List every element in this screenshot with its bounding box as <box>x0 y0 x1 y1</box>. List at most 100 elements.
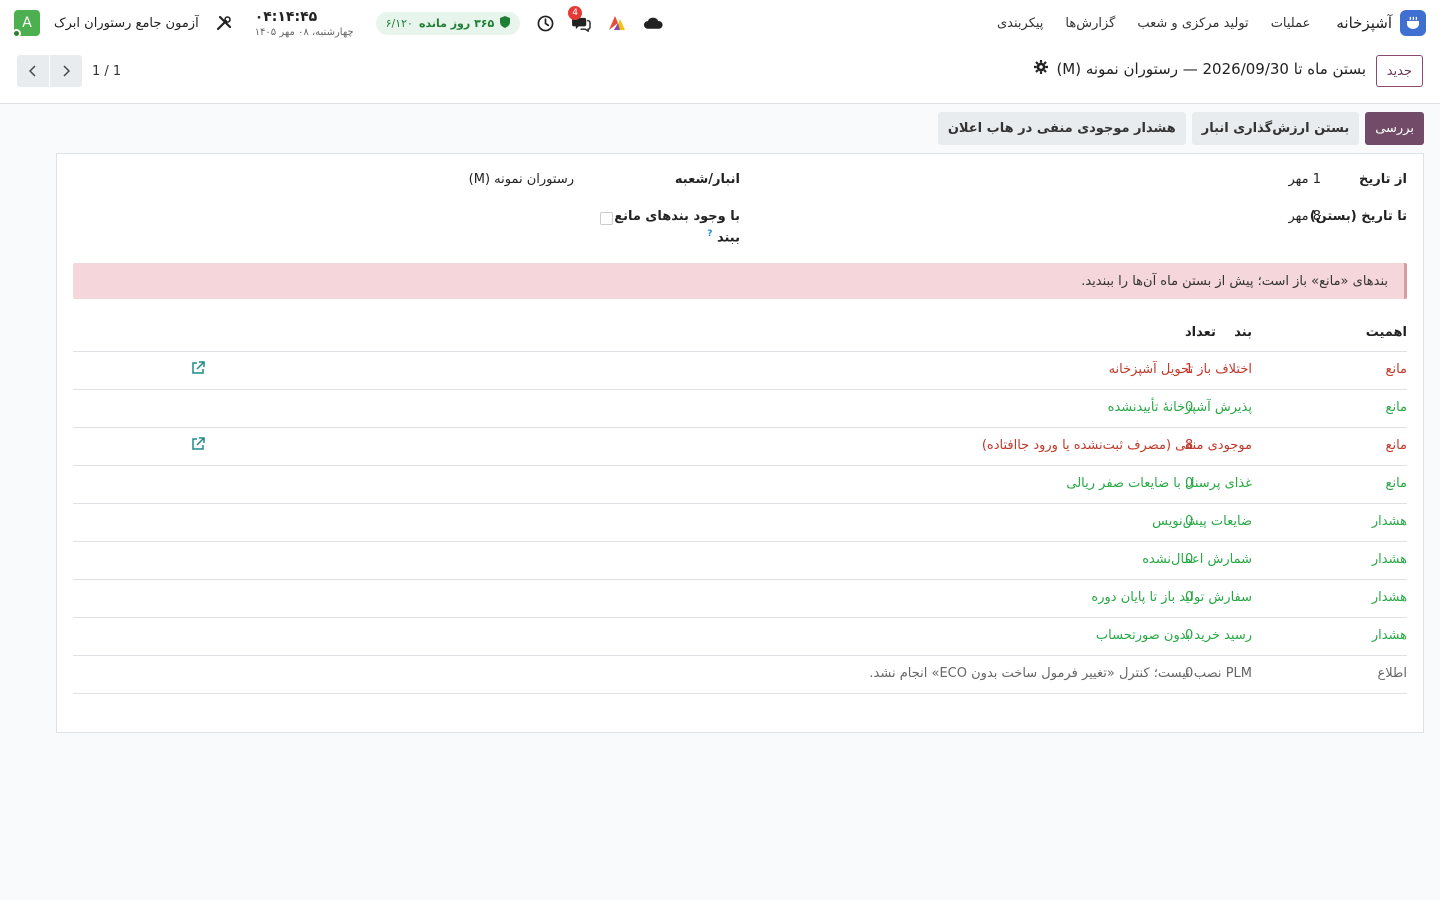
blocking-alert: بندهای «مانع» باز است؛ پیش از بستن ماه آ… <box>73 263 1407 299</box>
form-sheet: از تاریخ 1 مهر تا تاریخ (بستن) 8 مهر انب… <box>56 153 1424 733</box>
header-count[interactable]: تعداد <box>1185 325 1216 340</box>
row-count: 1 <box>1185 362 1194 377</box>
close-valuation-button[interactable]: بستن ارزش‌گذاری انبار <box>1191 112 1360 145</box>
row-count: 0 <box>1185 552 1194 567</box>
close-with-blocking-checkbox[interactable] <box>600 212 613 225</box>
menu-operations[interactable]: عملیات <box>1271 16 1311 31</box>
row-severity: هشدار <box>1371 590 1407 605</box>
row-item: رسید خرید بدون صورتحساب <box>1095 628 1252 643</box>
checks-table: اهمیت بند تعداد مانع اختلاف باز تحویل آشپ… <box>73 314 1407 694</box>
row-item: غذای پرسنل با ضایعات صفر ریالی <box>1066 476 1252 491</box>
row-severity: اطلاع <box>1377 666 1407 681</box>
warehouse-field[interactable]: رستوران نمونه (M) <box>469 172 574 187</box>
cloud-icon[interactable] <box>642 12 664 34</box>
close-with-blocking-label-2: ببند ? <box>707 229 740 245</box>
close-with-blocking-label: با وجود بندهای مانع <box>614 209 740 224</box>
row-item: ضایعات پیش‌نویس <box>1152 514 1252 529</box>
table-row[interactable]: مانع پذیرش آشپزخانهٔ تأییدنشده 0 <box>73 390 1407 428</box>
systray: A آزمون جامع رستوران ابرک ۰۴:۱۴:۴۵ چهارش… <box>12 0 664 46</box>
table-row[interactable]: مانع اختلاف باز تحویل آشپزخانه 1 <box>73 352 1407 390</box>
subscription-badge[interactable]: ۳۶۵ روز مانده ۶/۱۲۰ <box>375 11 521 35</box>
to-date-field[interactable]: 8 مهر <box>1288 209 1321 224</box>
table-row[interactable]: هشدار شمارش اعمال‌نشده 0 <box>73 542 1407 580</box>
menu-reports[interactable]: گزارش‌ها <box>1065 16 1115 31</box>
clock-icon[interactable] <box>534 12 556 34</box>
row-count: 0 <box>1185 514 1194 529</box>
avatar-letter: A <box>22 15 32 31</box>
row-item: پذیرش آشپزخانهٔ تأییدنشده <box>1107 400 1252 415</box>
breadcrumb: بستن ماه تا 2026/09/30 — رستوران نمونه (… <box>1034 60 1366 78</box>
row-severity: مانع <box>1385 476 1407 491</box>
to-date-label: تا تاریخ (بستن) <box>1309 209 1407 224</box>
row-severity: هشدار <box>1371 628 1407 643</box>
from-date-field[interactable]: 1 مهر <box>1288 172 1321 187</box>
status-bar: بررسی بستن ارزش‌گذاری انبار هشدار موجودی… <box>937 112 1424 145</box>
table-row[interactable]: اطلاع PLM نصب نیست؛ کنترل «تغییر فرمول سا… <box>73 656 1407 694</box>
table-row[interactable]: مانع غذای پرسنل با ضایعات صفر ریالی 0 <box>73 466 1407 504</box>
negative-stock-alert-button[interactable]: هشدار موجودی منفی در هاب اعلان <box>937 112 1186 145</box>
header-item[interactable]: بند <box>1234 325 1252 340</box>
clock-time: ۰۴:۱۴:۴۵ <box>254 8 318 25</box>
close-with-blocking-label-line2: ببند <box>716 230 740 246</box>
row-count: 0 <box>1185 476 1194 491</box>
kitchen-pot-icon <box>1400 10 1426 36</box>
menu-configuration[interactable]: پیکربندی <box>997 16 1043 31</box>
row-severity: مانع <box>1385 362 1407 377</box>
chevron-right-icon <box>63 65 70 77</box>
row-severity: هشدار <box>1371 514 1407 529</box>
company-switcher[interactable]: آزمون جامع رستوران ابرک <box>54 16 199 31</box>
chat-badge: 4 <box>568 6 582 20</box>
close-with-blocking-label-line1: با وجود بندهای مانع <box>614 209 740 224</box>
table-row[interactable]: هشدار ضایعات پیش‌نویس 0 <box>73 504 1407 542</box>
row-item: PLM نصب نیست؛ کنترل «تغییر فرمول ساخت بد… <box>869 666 1252 681</box>
pager-buttons <box>17 55 82 87</box>
table-body: مانع اختلاف باز تحویل آشپزخانه 1 مانع پذیرش … <box>73 352 1407 694</box>
subscription-days: ۳۶۵ روز مانده <box>418 16 495 30</box>
pager: 1 / 1 <box>17 55 121 87</box>
chat-icon[interactable]: 4 <box>568 6 592 34</box>
record-title: بستن ماه تا 2026/09/30 — رستوران نمونه (… <box>1056 60 1366 78</box>
pager-next-button[interactable] <box>50 55 82 87</box>
row-item: سفارش تولید باز تا پایان دوره <box>1091 590 1252 605</box>
online-status-dot <box>12 29 21 38</box>
from-date-label: از تاریخ <box>1359 172 1407 187</box>
row-count: 8 <box>1185 438 1194 453</box>
clock-date: چهارشنبه، ۰۸ مهر ۱۴۰۵ <box>254 26 354 38</box>
app-logo-icon[interactable] <box>606 12 628 34</box>
external-link-icon[interactable] <box>191 437 205 455</box>
brand-label: آشپزخانه <box>1336 14 1392 32</box>
shield-icon <box>500 15 511 31</box>
table-row[interactable]: مانع موجودی منفی (مصرف ثبت‌نشده یا ورود ج… <box>73 428 1407 466</box>
table-row[interactable]: هشدار رسید خرید بدون صورتحساب 0 <box>73 618 1407 656</box>
subscription-count: ۶/۱۲۰ <box>385 16 413 30</box>
row-count: 0 <box>1185 400 1194 415</box>
row-severity: مانع <box>1385 438 1407 453</box>
pager-value[interactable]: 1 / 1 <box>92 64 121 79</box>
row-item: اختلاف باز تحویل آشپزخانه <box>1108 362 1252 377</box>
external-link-icon[interactable] <box>191 361 205 379</box>
chevron-left-icon <box>29 65 36 77</box>
row-count: 0 <box>1185 590 1194 605</box>
gear-icon[interactable] <box>1034 60 1049 78</box>
review-button[interactable]: بررسی <box>1365 112 1424 145</box>
row-item: موجودی منفی (مصرف ثبت‌نشده یا ورود جاافت… <box>981 438 1252 453</box>
user-avatar[interactable]: A <box>12 10 40 38</box>
control-panel: جدید بستن ماه تا 2026/09/30 — رستوران نم… <box>0 46 1440 104</box>
app-brand[interactable]: آشپزخانه <box>1336 10 1426 36</box>
pager-previous-button[interactable] <box>17 55 49 87</box>
table-row[interactable]: هشدار سفارش تولید باز تا پایان دوره 0 <box>73 580 1407 618</box>
row-count: 0 <box>1185 666 1194 681</box>
clock-widget: ۰۴:۱۴:۴۵ چهارشنبه، ۰۸ مهر ۱۴۰۵ <box>255 9 354 38</box>
row-severity: مانع <box>1385 400 1407 415</box>
new-button[interactable]: جدید <box>1375 55 1423 87</box>
menu-central-production[interactable]: تولید مرکزی و شعب <box>1137 16 1248 31</box>
main-menu: عملیات تولید مرکزی و شعب گزارش‌ها پیکربن… <box>997 16 1310 31</box>
header-severity[interactable]: اهمیت <box>1366 325 1407 340</box>
warehouse-label: انبار/شعبه <box>674 172 740 187</box>
row-severity: هشدار <box>1371 552 1407 567</box>
table-header: اهمیت بند تعداد <box>73 314 1407 352</box>
row-item: شمارش اعمال‌نشده <box>1142 552 1252 567</box>
row-count: 0 <box>1185 628 1194 643</box>
help-tooltip-icon[interactable]: ? <box>707 229 712 239</box>
tools-icon[interactable] <box>213 12 235 34</box>
